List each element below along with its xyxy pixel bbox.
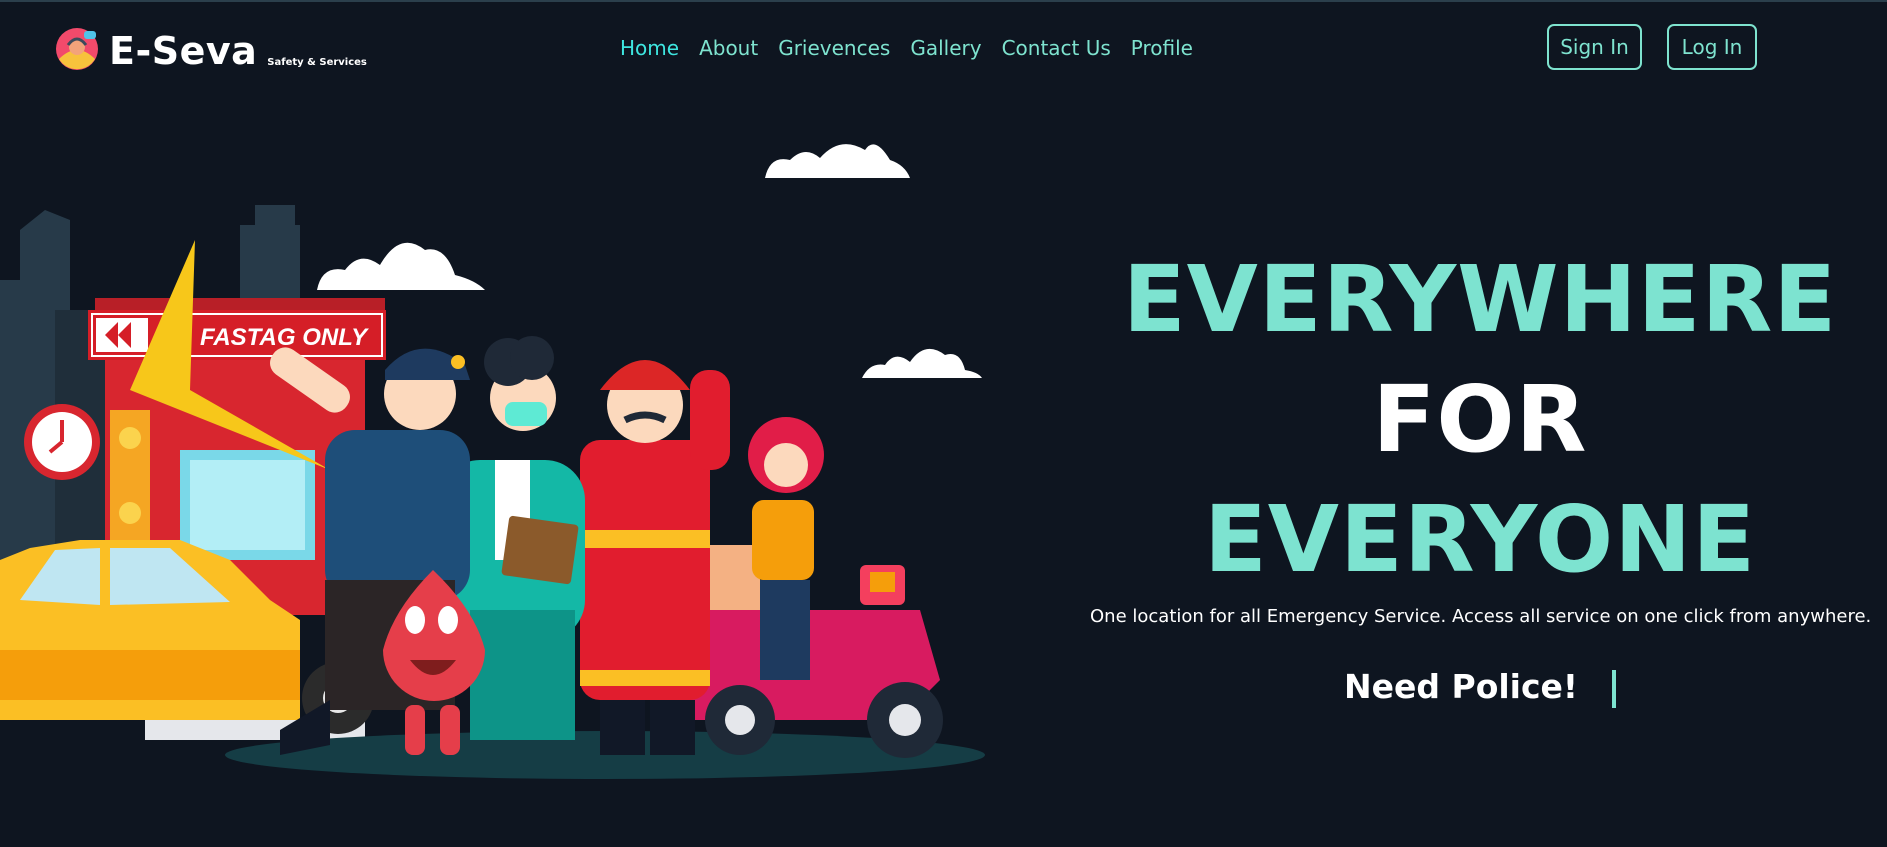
log-in-button[interactable]: Log In (1667, 24, 1757, 70)
cloud-icon (317, 242, 485, 290)
nav-profile[interactable]: Profile (1131, 36, 1193, 60)
fastag-sign-text: FASTAG ONLY (200, 324, 369, 351)
cloud-icon (862, 348, 982, 378)
typed-text: Need Police! (1344, 667, 1578, 706)
emergency-services-illustration: FASTAG ONLY (0, 144, 985, 779)
nav-home[interactable]: Home (620, 36, 679, 60)
brand-tagline: Safety & Services (267, 57, 367, 68)
hero-heading-everyone: EVERYONE (1203, 486, 1757, 593)
cloud-icon (765, 144, 910, 178)
typing-cursor (1611, 669, 1616, 708)
nav-gallery[interactable]: Gallery (910, 36, 981, 60)
nav-contact-us[interactable]: Contact Us (1002, 36, 1111, 60)
brand-name: E-Seva (109, 29, 258, 73)
nav-about[interactable]: About (699, 36, 758, 60)
brand[interactable]: E-Seva Safety & Services (55, 27, 367, 71)
hero-section: EVERYWHERE FOR EVERYONE One location for… (1090, 240, 1872, 708)
support-agent-logo-icon (56, 28, 98, 70)
nav-grievences[interactable]: Grievences (778, 36, 890, 60)
hero-subtitle: One location for all Emergency Service. … (1090, 606, 1872, 627)
hero-heading-for: FOR (1372, 366, 1588, 473)
main-nav: Home About Grievences Gallery Contact Us… (620, 36, 1193, 60)
hero-heading-line1: EVERYWHERE (1122, 246, 1838, 353)
sign-in-button[interactable]: Sign In (1547, 24, 1642, 70)
hero-heading-line2: FOR EVERYONE (1090, 360, 1870, 600)
typed-text-line: Need Police! (1090, 667, 1870, 708)
top-border (0, 0, 1887, 2)
